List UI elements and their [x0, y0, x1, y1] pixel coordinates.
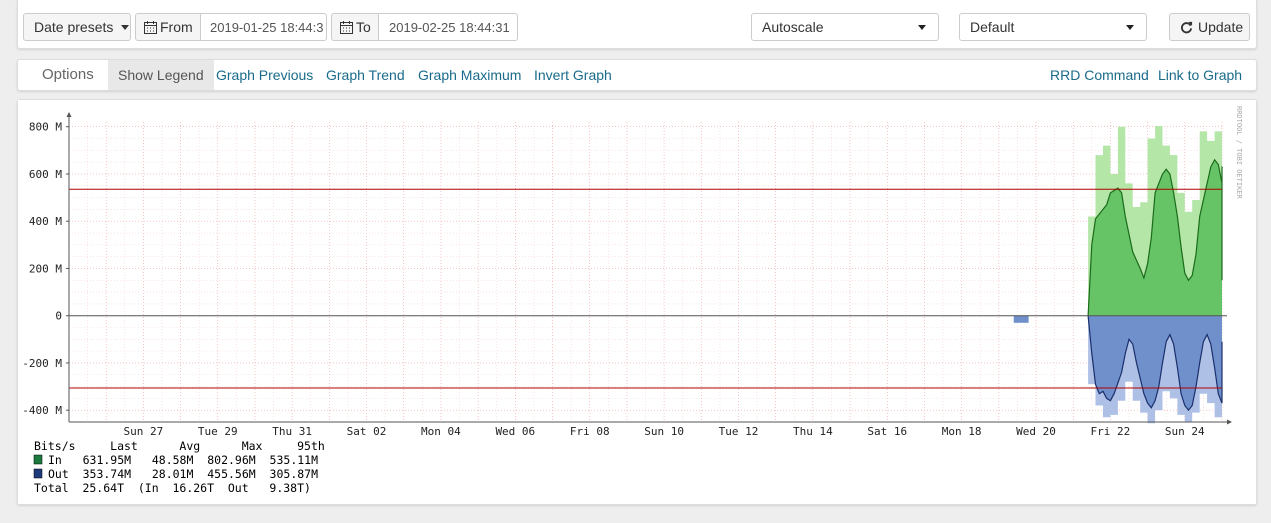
x-tick-label: Wed 06: [495, 425, 535, 438]
graph-legend: Bits/s Last Avg Max 95th In 631.95M 48.5…: [33, 439, 325, 495]
date-presets-button[interactable]: Date presets: [23, 13, 131, 41]
x-tick-label: Tue 12: [719, 425, 759, 438]
legend-row-out: Out 353.74M 28.01M 455.56M 305.87M: [48, 467, 318, 481]
options-title: Options: [42, 66, 94, 83]
x-tick-label: Fri 22: [1091, 425, 1131, 438]
profile-select-value: Default: [970, 19, 1015, 35]
show-legend-toggle[interactable]: Show Legend: [108, 60, 214, 90]
date-presets-label: Date presets: [34, 19, 114, 35]
from-addon: From: [135, 13, 201, 41]
to-label: To: [356, 19, 371, 35]
date-toolbar: Date presets From 2019-01-25 18:44:3 To …: [17, 0, 1257, 49]
profile-select[interactable]: Default: [959, 13, 1147, 41]
link-to-graph-link[interactable]: Link to Graph: [1148, 60, 1252, 90]
legend-swatch-in: [33, 454, 43, 465]
x-tick-label: Sun 10: [644, 425, 684, 438]
x-tick-label: Thu 14: [793, 425, 833, 438]
rrdtool-watermark: RRDTOOL / TOBI OETIKER: [1235, 106, 1243, 200]
x-tick-label: Sun 27: [124, 425, 164, 438]
series-out-blip: [1013, 315, 1029, 323]
update-label: Update: [1198, 19, 1244, 35]
graph-options-bar: Options Show Legend Graph Previous Graph…: [17, 59, 1257, 91]
x-tick-label: Mon 04: [421, 425, 461, 438]
x-tick-label: Thu 31: [272, 425, 312, 438]
traffic-graph[interactable]: 800 M 600 M 400 M 200 M 0 -200 M -400 M Sun 27…: [18, 100, 1256, 504]
graph-maximum-link[interactable]: Graph Maximum: [408, 60, 531, 90]
y-tick-label: -200 M: [22, 357, 62, 370]
y-tick-label: 400 M: [29, 215, 62, 228]
refresh-icon: [1180, 21, 1193, 33]
from-date-input[interactable]: 2019-01-25 18:44:3: [200, 13, 327, 41]
x-tick-label: Wed 20: [1016, 425, 1056, 438]
chevron-down-icon: [918, 25, 926, 30]
to-date-input[interactable]: 2019-02-25 18:44:31: [378, 13, 518, 41]
scale-select-value: Autoscale: [762, 19, 824, 35]
update-button[interactable]: Update: [1169, 13, 1250, 41]
calendar-icon: [340, 20, 353, 34]
y-tick-label: -400 M: [22, 404, 62, 417]
y-tick-label: 0: [55, 310, 62, 323]
legend-header: Bits/s Last Avg Max 95th: [34, 439, 325, 453]
scale-select[interactable]: Autoscale: [751, 13, 939, 41]
legend-total: Total 25.64T (In 16.26T Out 9.38T): [34, 481, 311, 495]
to-date-value: 2019-02-25 18:44:31: [389, 19, 510, 35]
y-tick-label: 800 M: [29, 121, 62, 134]
chevron-down-icon: [121, 24, 130, 30]
from-label: From: [160, 19, 193, 35]
from-date-value: 2019-01-25 18:44:3: [210, 19, 324, 35]
x-axis-ticks: Sun 27 Tue 29 Thu 31 Sat 02 Mon 04 Wed 06 Fri …: [124, 425, 1206, 438]
calendar-icon: [144, 20, 157, 34]
y-tick-label: 200 M: [29, 262, 62, 275]
x-tick-label: Sat 02: [347, 425, 387, 438]
legend-row-in: In 631.95M 48.58M 802.96M 535.11M: [48, 453, 318, 467]
chevron-down-icon: [1126, 25, 1134, 30]
y-tick-label: 600 M: [29, 168, 62, 181]
rrd-command-link[interactable]: RRD Command: [1040, 60, 1159, 90]
invert-graph-link[interactable]: Invert Graph: [524, 60, 622, 90]
to-addon: To: [331, 13, 379, 41]
graph-previous-link[interactable]: Graph Previous: [206, 60, 323, 90]
x-tick-label: Fri 08: [570, 425, 610, 438]
x-tick-label: Sun 24: [1165, 425, 1205, 438]
x-tick-label: Tue 29: [198, 425, 238, 438]
legend-swatch-out: [33, 468, 43, 479]
graph-trend-link[interactable]: Graph Trend: [316, 60, 415, 90]
x-tick-label: Mon 18: [942, 425, 982, 438]
graph-panel: 800 M 600 M 400 M 200 M 0 -200 M -400 M Sun 27…: [17, 99, 1257, 505]
x-tick-label: Sat 16: [867, 425, 907, 438]
